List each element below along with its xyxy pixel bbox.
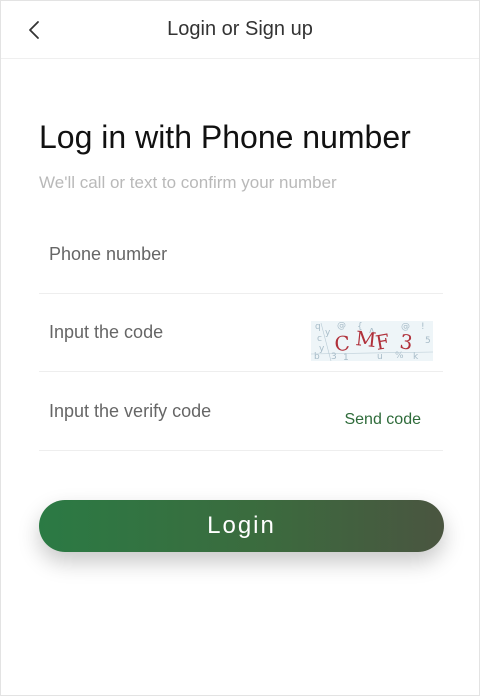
verify-code-input[interactable] (39, 372, 309, 450)
captcha-noise: q @{ @ !c yb 3 1 u% k5ʌ y C M F 3 (311, 321, 433, 361)
svg-text:!: ! (421, 322, 425, 332)
svg-text:c: c (317, 334, 322, 344)
svg-text:y: y (325, 328, 331, 338)
svg-text:3: 3 (398, 329, 414, 355)
phone-number-input[interactable] (39, 215, 309, 293)
top-nav-bar: Login or Sign up (1, 1, 479, 59)
svg-text:@: @ (337, 321, 346, 331)
send-code-button[interactable]: Send code (344, 400, 421, 440)
phone-field-row (39, 215, 443, 294)
login-screen: Login or Sign up Log in with Phone numbe… (0, 0, 480, 696)
nav-title: Login or Sign up (167, 18, 313, 40)
svg-text:k: k (413, 352, 419, 361)
svg-text:M: M (354, 326, 377, 352)
svg-text:C: C (334, 331, 351, 356)
captcha-image[interactable]: q @{ @! c yb3 1 u% k5ʌ y C M F 3 (311, 321, 433, 361)
svg-text:F: F (374, 329, 392, 355)
svg-text:y: y (319, 344, 325, 354)
verify-field-row: Send code (39, 372, 443, 451)
page-title: Log in with Phone number (39, 119, 411, 155)
svg-text:b: b (314, 352, 320, 361)
svg-text:5: 5 (425, 336, 431, 346)
page-subtitle: We'll call or text to confirm your numbe… (39, 173, 337, 192)
code-field-row: q@{ @!c yb3 1u% k5ʌ y C M F 3 (39, 293, 443, 372)
svg-text:q: q (315, 322, 321, 332)
login-button[interactable]: Login (39, 500, 444, 552)
captcha-code-input[interactable] (39, 293, 309, 371)
